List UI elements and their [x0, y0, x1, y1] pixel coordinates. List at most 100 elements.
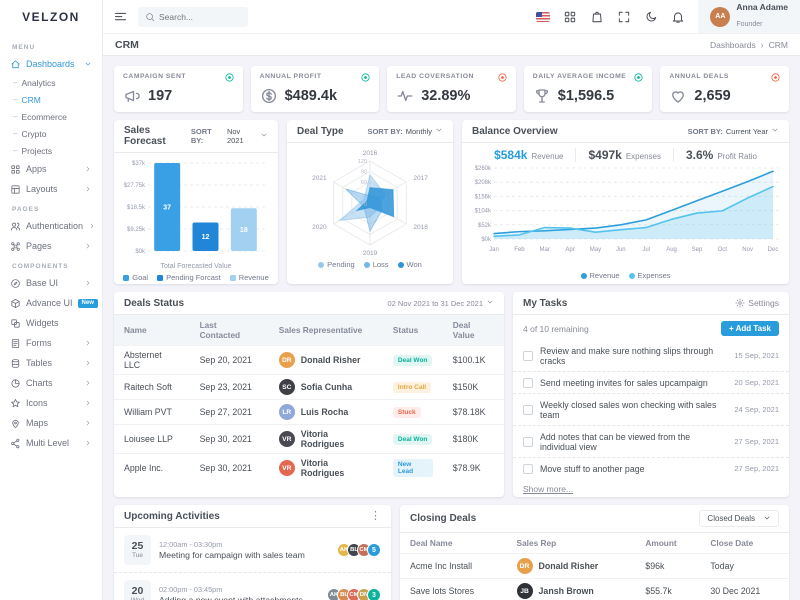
sidebar-subitem-crm[interactable]: –CRM: [0, 91, 102, 108]
sidebar-item-forms[interactable]: Forms: [0, 333, 102, 353]
apps-grid-button[interactable]: [563, 10, 577, 24]
sales-forecast-sort-dropdown[interactable]: SORT BY:Nov 2021: [191, 127, 268, 145]
dash-marker: –: [13, 112, 17, 121]
legend-item: Loss: [364, 260, 389, 269]
breadcrumb-current: CRM: [769, 40, 788, 50]
menu-toggle-button[interactable]: [113, 9, 128, 24]
chevron-right-icon: [84, 399, 92, 407]
breadcrumb-parent[interactable]: Dashboards: [710, 40, 756, 50]
sidebar-subitem-label: CRM: [21, 95, 40, 105]
campaign-icon: [123, 87, 141, 105]
svg-text:Oct: Oct: [718, 247, 728, 253]
deal-value: $100.1K: [443, 346, 504, 375]
search-box[interactable]: [138, 7, 248, 27]
task-checkbox[interactable]: [523, 405, 533, 415]
sidebar-subitem-ecommerce[interactable]: –Ecommerce: [0, 108, 102, 125]
svg-text:Jul: Jul: [642, 247, 650, 253]
deals-date-range-dropdown[interactable]: 02 Nov 2021 to 31 Dec 2021: [388, 298, 495, 308]
sidebar-item-maps[interactable]: Maps: [0, 413, 102, 433]
sidebar-item-label: Authentication: [26, 221, 83, 231]
stat-card-campaign-sent: CAMPAIGN SENT197: [114, 66, 243, 112]
deal-name: Acme Inc Install: [400, 554, 507, 579]
balance-overview-title: Balance Overview: [472, 126, 558, 137]
balance-summary: $584kRevenue$497kExpenses3.6%Profit Rati…: [462, 143, 789, 163]
notifications-button[interactable]: [671, 10, 685, 24]
activities-menu-button[interactable]: ⋮: [370, 511, 381, 522]
svg-text:$0k: $0k: [481, 237, 492, 243]
task-checkbox[interactable]: [523, 351, 533, 361]
stat-label: DAILY AVERAGE INCOME: [533, 73, 644, 80]
sidebar-item-label: Charts: [26, 378, 79, 388]
brand-logo[interactable]: VELZON: [0, 0, 102, 33]
sidebar-item-tables[interactable]: Tables: [0, 353, 102, 373]
task-item: Add notes that can be viewed from the in…: [513, 426, 789, 458]
svg-text:Nov: Nov: [742, 247, 753, 253]
sort-by-label: SORT BY:: [191, 127, 224, 145]
sidebar-subitem-crypto[interactable]: –Crypto: [0, 125, 102, 142]
balance-overview-sort-dropdown[interactable]: SORT BY:Current Year: [688, 126, 779, 136]
show-more-link[interactable]: Show more...: [513, 481, 583, 497]
legend-item: Expenses: [629, 271, 671, 280]
dark-mode-button[interactable]: [644, 10, 658, 24]
task-date: 20 Sep, 2021: [734, 378, 779, 387]
sidebar-item-icons[interactable]: Icons: [0, 393, 102, 413]
task-item: Weekly closed sales won checking with sa…: [513, 394, 789, 426]
chevron-down-icon: [763, 514, 771, 522]
cart-button[interactable]: [590, 10, 604, 24]
sidebar-item-widgets[interactable]: Widgets: [0, 313, 102, 333]
chevron-down-icon: [260, 131, 268, 139]
fullscreen-button[interactable]: [617, 10, 631, 24]
summary-value: 3.6%: [686, 148, 713, 162]
sidebar-item-dashboards[interactable]: Dashboards: [0, 54, 102, 74]
column-header: Last Contacted: [190, 315, 269, 346]
avatar-count-badge: 3: [367, 588, 381, 600]
task-checkbox[interactable]: [523, 437, 533, 447]
dash-marker: –: [13, 129, 17, 138]
sidebar-subitem-projects[interactable]: –Projects: [0, 142, 102, 159]
task-checkbox[interactable]: [523, 464, 533, 474]
sidebar-item-charts[interactable]: Charts: [0, 373, 102, 393]
chevron-right-icon: [88, 222, 96, 230]
tasks-settings-button[interactable]: Settings: [735, 298, 779, 308]
column-header: Deal Value: [443, 315, 504, 346]
sidebar-item-label: Layouts: [26, 184, 79, 194]
apps-icon: [10, 164, 21, 175]
svg-text:Feb: Feb: [514, 247, 525, 253]
user-menu[interactable]: AA Anna Adame Founder: [698, 0, 800, 33]
sidebar-item-pages[interactable]: Pages: [0, 236, 102, 256]
sidebar-subitem-analytics[interactable]: –Analytics: [0, 74, 102, 91]
deals-status-card: Deals Status 02 Nov 2021 to 31 Dec 2021 …: [114, 292, 504, 497]
sidebar-item-advance-ui[interactable]: Advance UINew: [0, 293, 102, 313]
table-row: Acme Inc InstallDRDonald Risher$96kToday: [400, 554, 789, 579]
target-icon: [770, 72, 781, 83]
svg-text:120: 120: [358, 159, 367, 165]
deal-type-sort-dropdown[interactable]: SORT BY:Monthly: [367, 126, 443, 136]
sales-forecast-bar-chart: $0k$9.25k$18.5k$27.75k$37k371218: [120, 157, 272, 262]
sidebar-item-layouts[interactable]: Layouts: [0, 179, 102, 199]
svg-text:2021: 2021: [312, 175, 327, 182]
closing-deals-filter-select[interactable]: Closed Deals: [699, 510, 779, 527]
closing-deals-card: Closing Deals Closed Deals Deal NameSale…: [400, 505, 789, 600]
chevron-down-icon: [486, 298, 494, 306]
sidebar-item-label: Icons: [26, 398, 79, 408]
deal-type-card: Deal Type SORT BY:Monthly 20162017201820…: [287, 120, 453, 284]
chevron-right-icon: [84, 339, 92, 347]
chevron-right-icon: [84, 439, 92, 447]
language-flag-button[interactable]: [536, 12, 550, 22]
add-task-button[interactable]: + Add Task: [721, 321, 779, 336]
stat-value: 197: [148, 88, 172, 104]
deal-value: $78.18K: [443, 400, 504, 425]
deals-table-header: NameLast ContactedSales RepresentativeSt…: [114, 315, 504, 346]
task-checkbox[interactable]: [523, 378, 533, 388]
status-badge: Deal Won: [393, 355, 433, 366]
svg-text:Mar: Mar: [540, 247, 550, 253]
sidebar-item-apps[interactable]: Apps: [0, 159, 102, 179]
stat-label: ANNUAL DEALS: [669, 73, 780, 80]
sidebar-item-authentication[interactable]: Authentication: [0, 216, 102, 236]
stat-value: $1,596.5: [558, 88, 614, 104]
sidebar-item-multi-level[interactable]: Multi Level: [0, 433, 102, 453]
sidebar-item-base-ui[interactable]: Base UI: [0, 273, 102, 293]
activity-avatars: AKBLCMDN3: [331, 588, 381, 600]
mid-row: Deals Status 02 Nov 2021 to 31 Dec 2021 …: [114, 292, 789, 497]
search-input[interactable]: [159, 12, 239, 22]
